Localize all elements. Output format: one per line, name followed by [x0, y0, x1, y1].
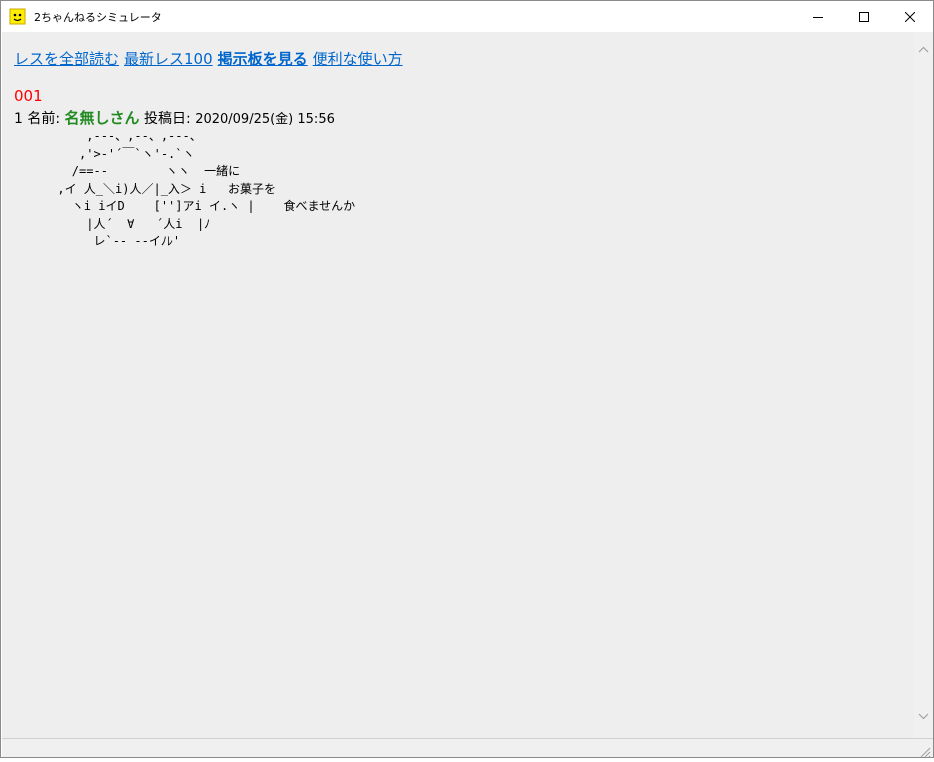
title-bar[interactable]: 2ちゃんねるシミュレータ	[1, 1, 933, 32]
latest-100-link[interactable]: 最新レス100	[124, 50, 213, 68]
maximize-button[interactable]	[841, 1, 887, 32]
smiley-face-icon	[9, 8, 26, 25]
name-label: 名前:	[27, 111, 61, 127]
board-link[interactable]: 掲示板を見る	[218, 50, 308, 68]
post-index: 1	[14, 111, 23, 127]
minimize-button[interactable]	[795, 1, 841, 32]
date-label: 投稿日:	[144, 111, 191, 127]
status-bar	[2, 738, 933, 758]
poster-name: 名無しさん	[64, 109, 140, 127]
usage-tips-link[interactable]: 便利な使い方	[313, 50, 403, 68]
res-number: 001	[14, 87, 43, 105]
chevron-down-icon	[918, 705, 929, 724]
read-all-link[interactable]: レスを全部読む	[14, 50, 119, 68]
close-button[interactable]	[887, 1, 933, 32]
thread-nav-links: レスを全部読む 最新レス100 掲示板を見る 便利な使い方	[14, 48, 408, 69]
window-title: 2ちゃんねるシミュレータ	[34, 11, 162, 24]
maximize-icon	[859, 7, 869, 26]
vertical-scrollbar[interactable]	[914, 32, 933, 738]
post-date: 2020/09/25(金) 15:56	[195, 112, 335, 127]
scroll-up-button[interactable]	[914, 38, 933, 57]
resize-grip-icon[interactable]	[919, 743, 931, 758]
chevron-up-icon	[918, 38, 929, 57]
close-icon	[904, 7, 916, 26]
post-body-ascii-art: ,---、,--、,---、 ,'>-'´￣`ヽ'-.`ヽ /==-- ヽヽ 一…	[57, 129, 356, 248]
minimize-icon	[813, 7, 823, 26]
scroll-down-button[interactable]	[914, 705, 933, 724]
thread-view: レスを全部読む 最新レス100 掲示板を見る 便利な使い方 001 1 名前: 名無し…	[2, 32, 914, 738]
app-window: 2ちゃんねるシミュレータ レスを全部読む 最新レス100 掲示板を見る 便利な使い方 …	[0, 0, 934, 758]
post-header: 1 名前: 名無しさん 投稿日: 2020/09/25(金) 15:56	[14, 107, 335, 128]
